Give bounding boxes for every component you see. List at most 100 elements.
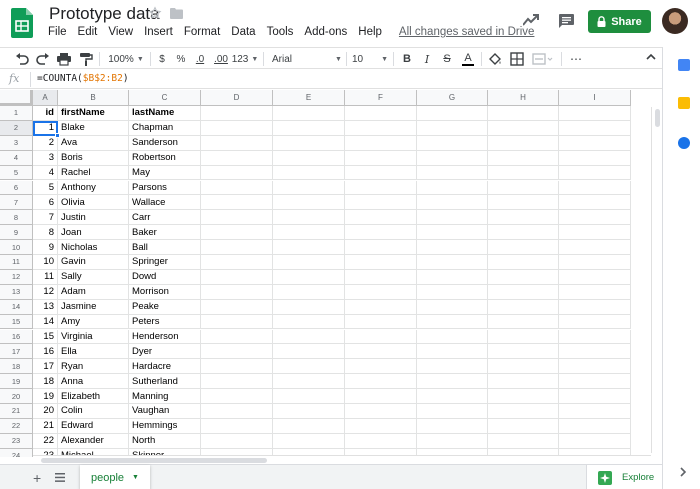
keep-icon[interactable] (678, 97, 690, 109)
explore-button[interactable]: Explore (586, 465, 662, 489)
cell-a4[interactable]: 3 (33, 150, 58, 166)
decrease-decimal-button[interactable]: .0 (193, 51, 207, 67)
cell-d9[interactable] (201, 225, 273, 241)
cell-e5[interactable] (273, 165, 345, 181)
cell-i9[interactable] (559, 225, 631, 241)
cell-f8[interactable] (345, 210, 417, 226)
bold-button[interactable]: B (401, 51, 413, 67)
cell-d11[interactable] (201, 255, 273, 270)
undo-icon[interactable] (14, 51, 30, 67)
cell-i19[interactable] (559, 374, 631, 390)
chevron-right-icon[interactable] (678, 466, 688, 478)
row-header[interactable]: 4 (0, 150, 33, 166)
menu-insert[interactable]: Insert (144, 26, 173, 42)
cell-b11[interactable]: Gavin (58, 255, 129, 270)
cell-d13[interactable] (201, 284, 273, 300)
column-header-d[interactable]: D (201, 90, 273, 106)
select-all-corner[interactable] (0, 90, 33, 106)
cell-h15[interactable] (488, 314, 559, 330)
cell-i6[interactable] (559, 180, 631, 196)
cell-b16[interactable]: Virginia (58, 329, 129, 345)
cell-b23[interactable]: Alexander (58, 433, 129, 449)
cell-f12[interactable] (345, 269, 417, 285)
cell-d12[interactable] (201, 269, 273, 285)
cell-f23[interactable] (345, 433, 417, 449)
share-button[interactable]: Share (588, 10, 651, 33)
cell-e15[interactable] (273, 314, 345, 330)
cell-h16[interactable] (488, 329, 559, 345)
cell-a11[interactable]: 10 (33, 255, 58, 270)
cell-d3[interactable] (201, 135, 273, 151)
cell-d19[interactable] (201, 374, 273, 390)
cell-a18[interactable]: 17 (33, 359, 58, 375)
cell-f5[interactable] (345, 165, 417, 181)
cell-e1[interactable] (273, 106, 345, 121)
more-tools-button[interactable]: ⋯ (568, 51, 584, 67)
cell-g20[interactable] (417, 389, 488, 404)
row-header[interactable]: 24 (0, 448, 33, 457)
cell-b14[interactable]: Jasmine (58, 299, 129, 315)
row-header[interactable]: 14 (0, 299, 33, 315)
cell-a23[interactable]: 22 (33, 433, 58, 449)
cell-c16[interactable]: Henderson (129, 329, 201, 345)
cell-h13[interactable] (488, 284, 559, 300)
cell-d18[interactable] (201, 359, 273, 375)
cell-c2[interactable]: Chapman (129, 120, 201, 136)
cell-a20[interactable]: 19 (33, 389, 58, 404)
cell-g22[interactable] (417, 418, 488, 434)
cell-f21[interactable] (345, 404, 417, 419)
cell-a7[interactable]: 6 (33, 195, 58, 211)
cell-a8[interactable]: 7 (33, 210, 58, 226)
formula-input[interactable]: =COUNTA($B$2:B2) (37, 73, 129, 84)
cell-b9[interactable]: Joan (58, 225, 129, 241)
cell-i23[interactable] (559, 433, 631, 449)
cell-a19[interactable]: 18 (33, 374, 58, 390)
row-header[interactable]: 16 (0, 329, 33, 345)
cell-h1[interactable] (488, 106, 559, 121)
cell-i21[interactable] (559, 404, 631, 419)
cell-d21[interactable] (201, 404, 273, 419)
cell-e7[interactable] (273, 195, 345, 211)
cell-h10[interactable] (488, 240, 559, 255)
currency-format-button[interactable]: $ (156, 51, 168, 67)
font-size-select[interactable]: 10 ▼ (352, 51, 388, 67)
cell-e12[interactable] (273, 269, 345, 285)
cell-e14[interactable] (273, 299, 345, 315)
cell-f16[interactable] (345, 329, 417, 345)
cell-c14[interactable]: Peake (129, 299, 201, 315)
cell-e8[interactable] (273, 210, 345, 226)
cell-c21[interactable]: Vaughan (129, 404, 201, 419)
fill-handle[interactable] (55, 132, 60, 138)
cell-a22[interactable]: 21 (33, 418, 58, 434)
cell-a3[interactable]: 2 (33, 135, 58, 151)
cell-e18[interactable] (273, 359, 345, 375)
column-header-a[interactable]: A (33, 90, 58, 106)
cell-e23[interactable] (273, 433, 345, 449)
document-title[interactable]: Prototype data (49, 4, 160, 24)
cell-f18[interactable] (345, 359, 417, 375)
font-family-select[interactable]: Arial ▼ (272, 51, 342, 67)
folder-icon[interactable] (170, 8, 183, 19)
column-header-g[interactable]: G (417, 90, 488, 106)
cell-g10[interactable] (417, 240, 488, 255)
cell-e21[interactable] (273, 404, 345, 419)
cell-c8[interactable]: Carr (129, 210, 201, 226)
cell-f14[interactable] (345, 299, 417, 315)
cell-a17[interactable]: 16 (33, 344, 58, 360)
cell-e3[interactable] (273, 135, 345, 151)
cell-i22[interactable] (559, 418, 631, 434)
column-header-f[interactable]: F (345, 90, 417, 106)
cell-e11[interactable] (273, 255, 345, 270)
cell-h17[interactable] (488, 344, 559, 360)
cell-g11[interactable] (417, 255, 488, 270)
menu-tools[interactable]: Tools (267, 26, 294, 42)
menu-edit[interactable]: Edit (78, 26, 98, 42)
avatar[interactable] (662, 8, 688, 34)
cell-e20[interactable] (273, 389, 345, 404)
cell-h11[interactable] (488, 255, 559, 270)
text-color-button[interactable]: A (461, 51, 475, 67)
cell-b2[interactable]: Blake (58, 120, 129, 136)
cell-i8[interactable] (559, 210, 631, 226)
cell-a21[interactable]: 20 (33, 404, 58, 419)
cell-d6[interactable] (201, 180, 273, 196)
